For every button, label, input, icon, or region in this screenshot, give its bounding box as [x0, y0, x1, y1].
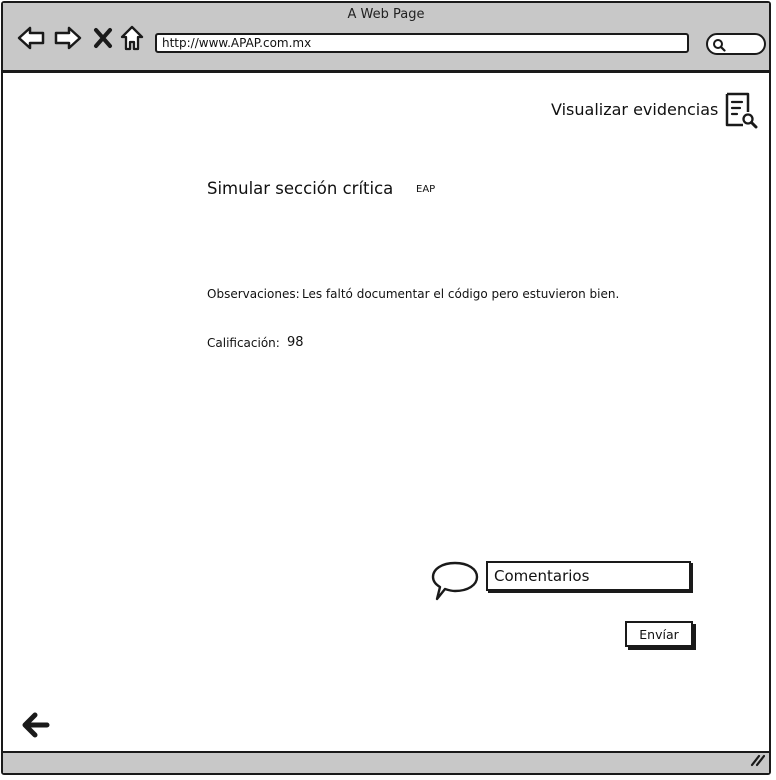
grade-value: 98	[287, 335, 304, 350]
send-button[interactable]: Envíar	[625, 621, 693, 647]
section-title: Simular sección crítica	[207, 179, 394, 198]
section-tag: EAP	[416, 184, 436, 195]
status-bar	[3, 751, 769, 773]
window-title: A Web Page	[347, 7, 425, 22]
browser-window: A Web Page http://www.APAP.com.mx Visual…	[1, 1, 771, 775]
browser-toolbar: A Web Page http://www.APAP.com.mx	[3, 3, 769, 73]
document-search-icon[interactable]	[724, 92, 760, 134]
arrow-left-icon[interactable]	[20, 710, 52, 744]
back-icon[interactable]	[16, 25, 46, 55]
search-icon	[713, 39, 726, 52]
resize-grip-icon[interactable]	[749, 752, 766, 771]
comment-input[interactable]	[486, 561, 691, 591]
browser-search-field[interactable]	[706, 33, 766, 55]
close-icon[interactable]	[93, 27, 113, 53]
observations-text: Les faltó documentar el código pero estu…	[302, 287, 620, 301]
view-evidence-link[interactable]: Visualizar evidencias	[551, 100, 718, 119]
home-icon[interactable]	[119, 24, 145, 56]
address-bar[interactable]: http://www.APAP.com.mx	[155, 33, 689, 53]
observations-label: Observaciones:	[207, 287, 300, 301]
speech-bubble-icon	[429, 559, 481, 607]
grade-label: Calificación:	[207, 336, 280, 350]
forward-icon[interactable]	[53, 25, 83, 55]
